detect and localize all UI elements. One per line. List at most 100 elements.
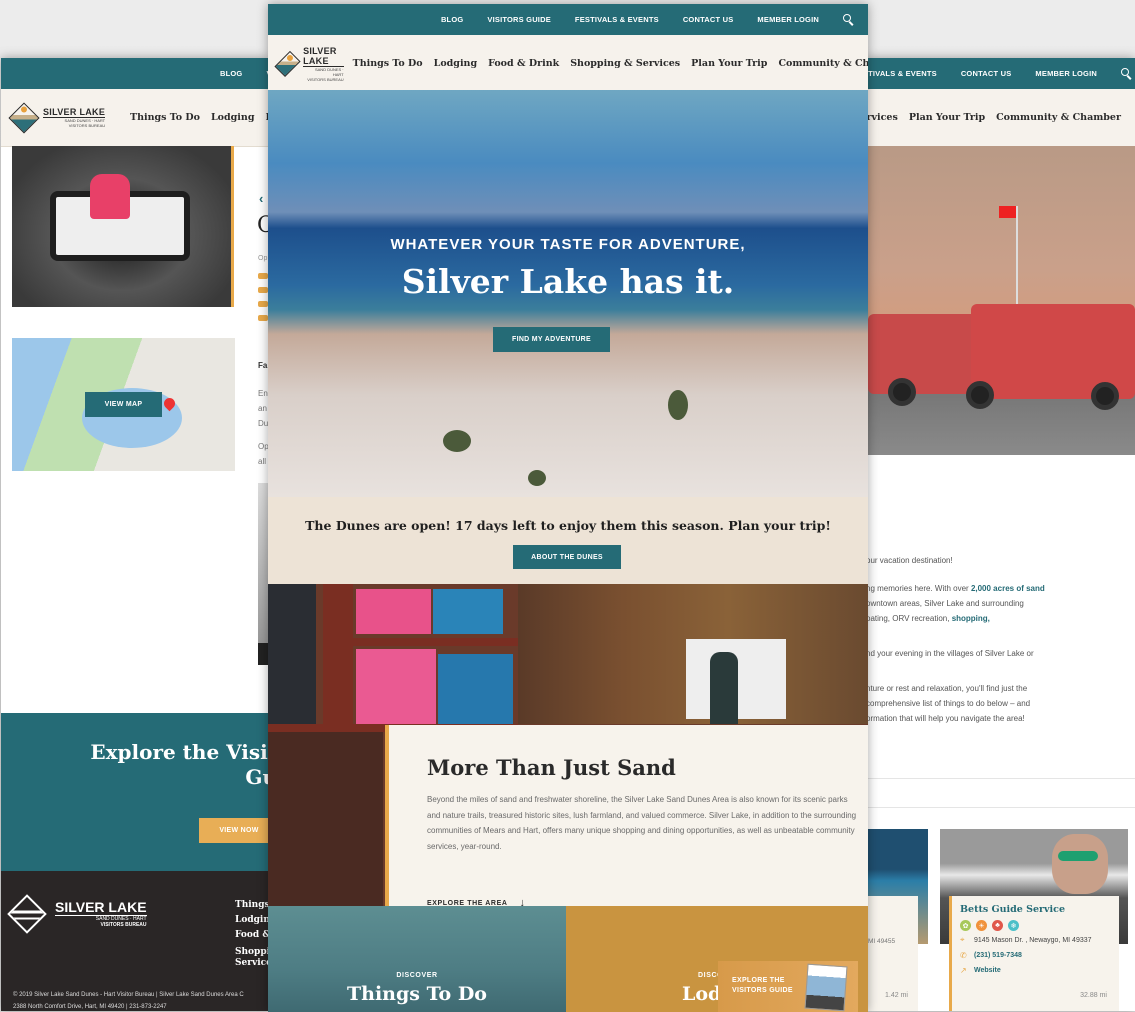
- footer-nav-item[interactable]: Shoppin Services: [235, 947, 269, 969]
- tile-title: Things To Do: [347, 983, 487, 1005]
- listing-address: 9145 Mason Dr. , Newaygo, MI 49337: [974, 936, 1092, 944]
- nav-lodging[interactable]: Lodging: [434, 58, 477, 69]
- divider: [866, 807, 1135, 808]
- discover-things-to-do-tile[interactable]: DISCOVER Things To Do: [268, 906, 566, 1012]
- view-map-button[interactable]: VIEW MAP: [85, 392, 162, 417]
- listing-card[interactable]: Betts Guide Service ✿ ☀ ♣ ❄ ⌖ 9145 Mason …: [949, 896, 1119, 1011]
- logo-sub: VISITORS BUREAU: [307, 76, 344, 82]
- footer-brand-name: SILVER LAKE: [55, 899, 147, 916]
- topbar-link-contact[interactable]: CONTACT US: [683, 15, 734, 24]
- main-nav: SILVER LAKE SAND DUNES · HART VISITORS B…: [1, 89, 269, 147]
- find-my-adventure-button[interactable]: FIND MY ADVENTURE: [493, 327, 610, 352]
- location-map[interactable]: VIEW MAP: [12, 338, 235, 471]
- intro-text: comprehensive list of things to do below…: [866, 699, 1031, 708]
- footer-address: 2388 North Comfort Drive, Hart, MI 49420…: [13, 1004, 167, 1010]
- external-link-icon: ↗: [960, 966, 967, 975]
- intro-text: oating, ORV recreation,: [866, 614, 952, 623]
- nav-food-drink[interactable]: Food & Drink: [488, 58, 559, 69]
- right-page-screenshot: FESTIVALS & EVENTS CONTACT US MEMBER LOG…: [866, 58, 1135, 1011]
- listing-name[interactable]: Betts Guide Service: [960, 904, 1111, 915]
- topbar-link-festivals[interactable]: FESTIVALS & EVENTS: [866, 69, 937, 78]
- tile-eyebrow: DISCOVER: [396, 972, 438, 979]
- nav-plan-trip[interactable]: Plan Your Trip: [691, 58, 767, 69]
- topbar-link-festivals[interactable]: FESTIVALS & EVENTS: [575, 15, 659, 24]
- logo-mark-icon: [7, 893, 47, 934]
- topbar-link-contact[interactable]: CONTACT US: [961, 69, 1012, 78]
- nav-things-to-do[interactable]: Things To Do: [353, 58, 423, 69]
- logo[interactable]: SILVER LAKE SAND DUNES · HART VISITORS B…: [274, 46, 344, 82]
- section-body: Beyond the miles of sand and freshwater …: [427, 795, 857, 851]
- back-chevron-icon[interactable]: ‹: [259, 191, 263, 206]
- text-fragment: Fa: [258, 361, 268, 370]
- footer-brand-sub: VISITORS BUREAU: [100, 922, 147, 928]
- intro-text: nture or rest and relaxation, you'll fin…: [866, 684, 1028, 693]
- jeep-sunset-photo: [866, 146, 1135, 455]
- dunes-alert-bar: The Dunes are open! 17 days left to enjo…: [268, 497, 868, 584]
- link-acres-of-sand[interactable]: 2,000 acres of sand: [971, 584, 1045, 593]
- fall-icon: ♣: [992, 920, 1003, 931]
- logo-mark-icon: [274, 50, 301, 77]
- search-icon[interactable]: [843, 14, 854, 26]
- popup-label: EXPLORE THE: [732, 977, 785, 984]
- hero-headline: Silver Lake has it.: [401, 262, 735, 301]
- logo-tagline: SAND DUNES · HART: [314, 66, 344, 77]
- nav-lodging[interactable]: Lodging: [211, 112, 254, 123]
- footer-nav-item[interactable]: Food &: [235, 928, 269, 943]
- nav-plan-trip[interactable]: Plan Your Trip: [909, 112, 985, 123]
- listing-phone[interactable]: (231) 519-7348: [974, 952, 1022, 959]
- footer-nav-label: Shoppin: [235, 947, 269, 957]
- divider: [866, 778, 1135, 779]
- section-title: More Than Just Sand: [427, 755, 676, 780]
- utility-bar: FESTIVALS & EVENTS CONTACT US MEMBER LOG…: [866, 58, 1135, 89]
- left-page-screenshot: BLOG VISITORS GUIDE SILVER LAKE SAND DUN…: [1, 58, 269, 1011]
- view-now-button[interactable]: VIEW NOW: [199, 818, 269, 843]
- homepage-screenshot: BLOG VISITORS GUIDE FESTIVALS & EVENTS C…: [268, 4, 868, 1012]
- phone-icon: [258, 287, 268, 293]
- guide-banner-title-2: Gu: [245, 765, 269, 789]
- location-pin-icon: [258, 273, 268, 279]
- topbar-link-member-login[interactable]: MEMBER LOGIN: [757, 15, 819, 24]
- main-nav: Shopping & Services Plan Your Trip Commu…: [866, 89, 1135, 147]
- email-icon: [258, 315, 268, 321]
- topbar-link-member-login[interactable]: MEMBER LOGIN: [1035, 69, 1097, 78]
- nav-shopping-services[interactable]: Shopping & Services: [570, 58, 680, 69]
- more-than-sand-card: More Than Just Sand Beyond the miles of …: [385, 725, 868, 930]
- topbar-link-visitors-guide[interactable]: VISITORS GUIDE: [487, 15, 551, 24]
- go-kart-photo: [12, 146, 234, 307]
- intro-text: owntown areas, Silver Lake and surroundi…: [866, 599, 1024, 608]
- logo-sub: VISITORS BUREAU: [68, 123, 106, 128]
- listing-address: MI 49455: [868, 938, 896, 945]
- guide-banner-title: Explore the Visit: [90, 740, 269, 764]
- nav-community-chamber[interactable]: Community & Chamber: [778, 58, 868, 69]
- nav-things-to-do[interactable]: Things To Do: [130, 112, 200, 123]
- footer-nav-item[interactable]: Lodging: [235, 913, 269, 928]
- nav-community-chamber[interactable]: Community & Chamber: [996, 112, 1121, 123]
- main-nav: SILVER LAKE SAND DUNES · HART VISITORS B…: [268, 35, 868, 93]
- dunes-alert-message: The Dunes are open! 17 days left to enjo…: [305, 518, 831, 533]
- logo[interactable]: SILVER LAKE SAND DUNES · HART VISITORS B…: [8, 101, 123, 134]
- topbar-link-blog[interactable]: BLOG: [220, 69, 242, 78]
- about-the-dunes-button[interactable]: ABOUT THE DUNES: [513, 545, 621, 569]
- footer-logo[interactable]: SILVER LAKE SAND DUNES · HART VISITORS B…: [7, 893, 147, 934]
- listing-card[interactable]: MI 49455 1.42 mi: [866, 896, 918, 1011]
- listing-distance: 32.88 mi: [1080, 992, 1107, 999]
- topbar-link-blog[interactable]: BLOG: [441, 15, 463, 24]
- footer-nav-item[interactable]: Things: [235, 898, 269, 913]
- popup-label: VISITORS GUIDE: [732, 987, 793, 994]
- location-pin-icon: ⌖: [960, 935, 965, 944]
- intro-text: nd your evening in the villages of Silve…: [866, 649, 1034, 658]
- text-fragment: Op: [258, 255, 268, 262]
- intro-text: ormation that will help you navigate the…: [866, 714, 1025, 723]
- footer-copyright: © 2019 Silver Lake Sand Dunes - Hart Vis…: [13, 992, 244, 998]
- phone-icon: ✆: [960, 951, 967, 960]
- visitors-guide-popup[interactable]: EXPLORE THE VISITORS GUIDE: [718, 961, 858, 1012]
- winter-icon: ❄: [1008, 920, 1019, 931]
- intro-text: our vacation destination!: [866, 556, 953, 565]
- visitors-guide-book-icon: [804, 963, 848, 1012]
- intro-text: ng memories here. With over: [866, 584, 971, 593]
- nav-shopping-services[interactable]: Shopping & Services: [866, 112, 898, 123]
- hero-banner: WHATEVER YOUR TASTE FOR ADVENTURE, Silve…: [268, 90, 868, 497]
- link-shopping[interactable]: shopping,: [952, 614, 990, 623]
- logo-mark-icon: [8, 101, 40, 134]
- listing-website-link[interactable]: Website: [974, 967, 1001, 974]
